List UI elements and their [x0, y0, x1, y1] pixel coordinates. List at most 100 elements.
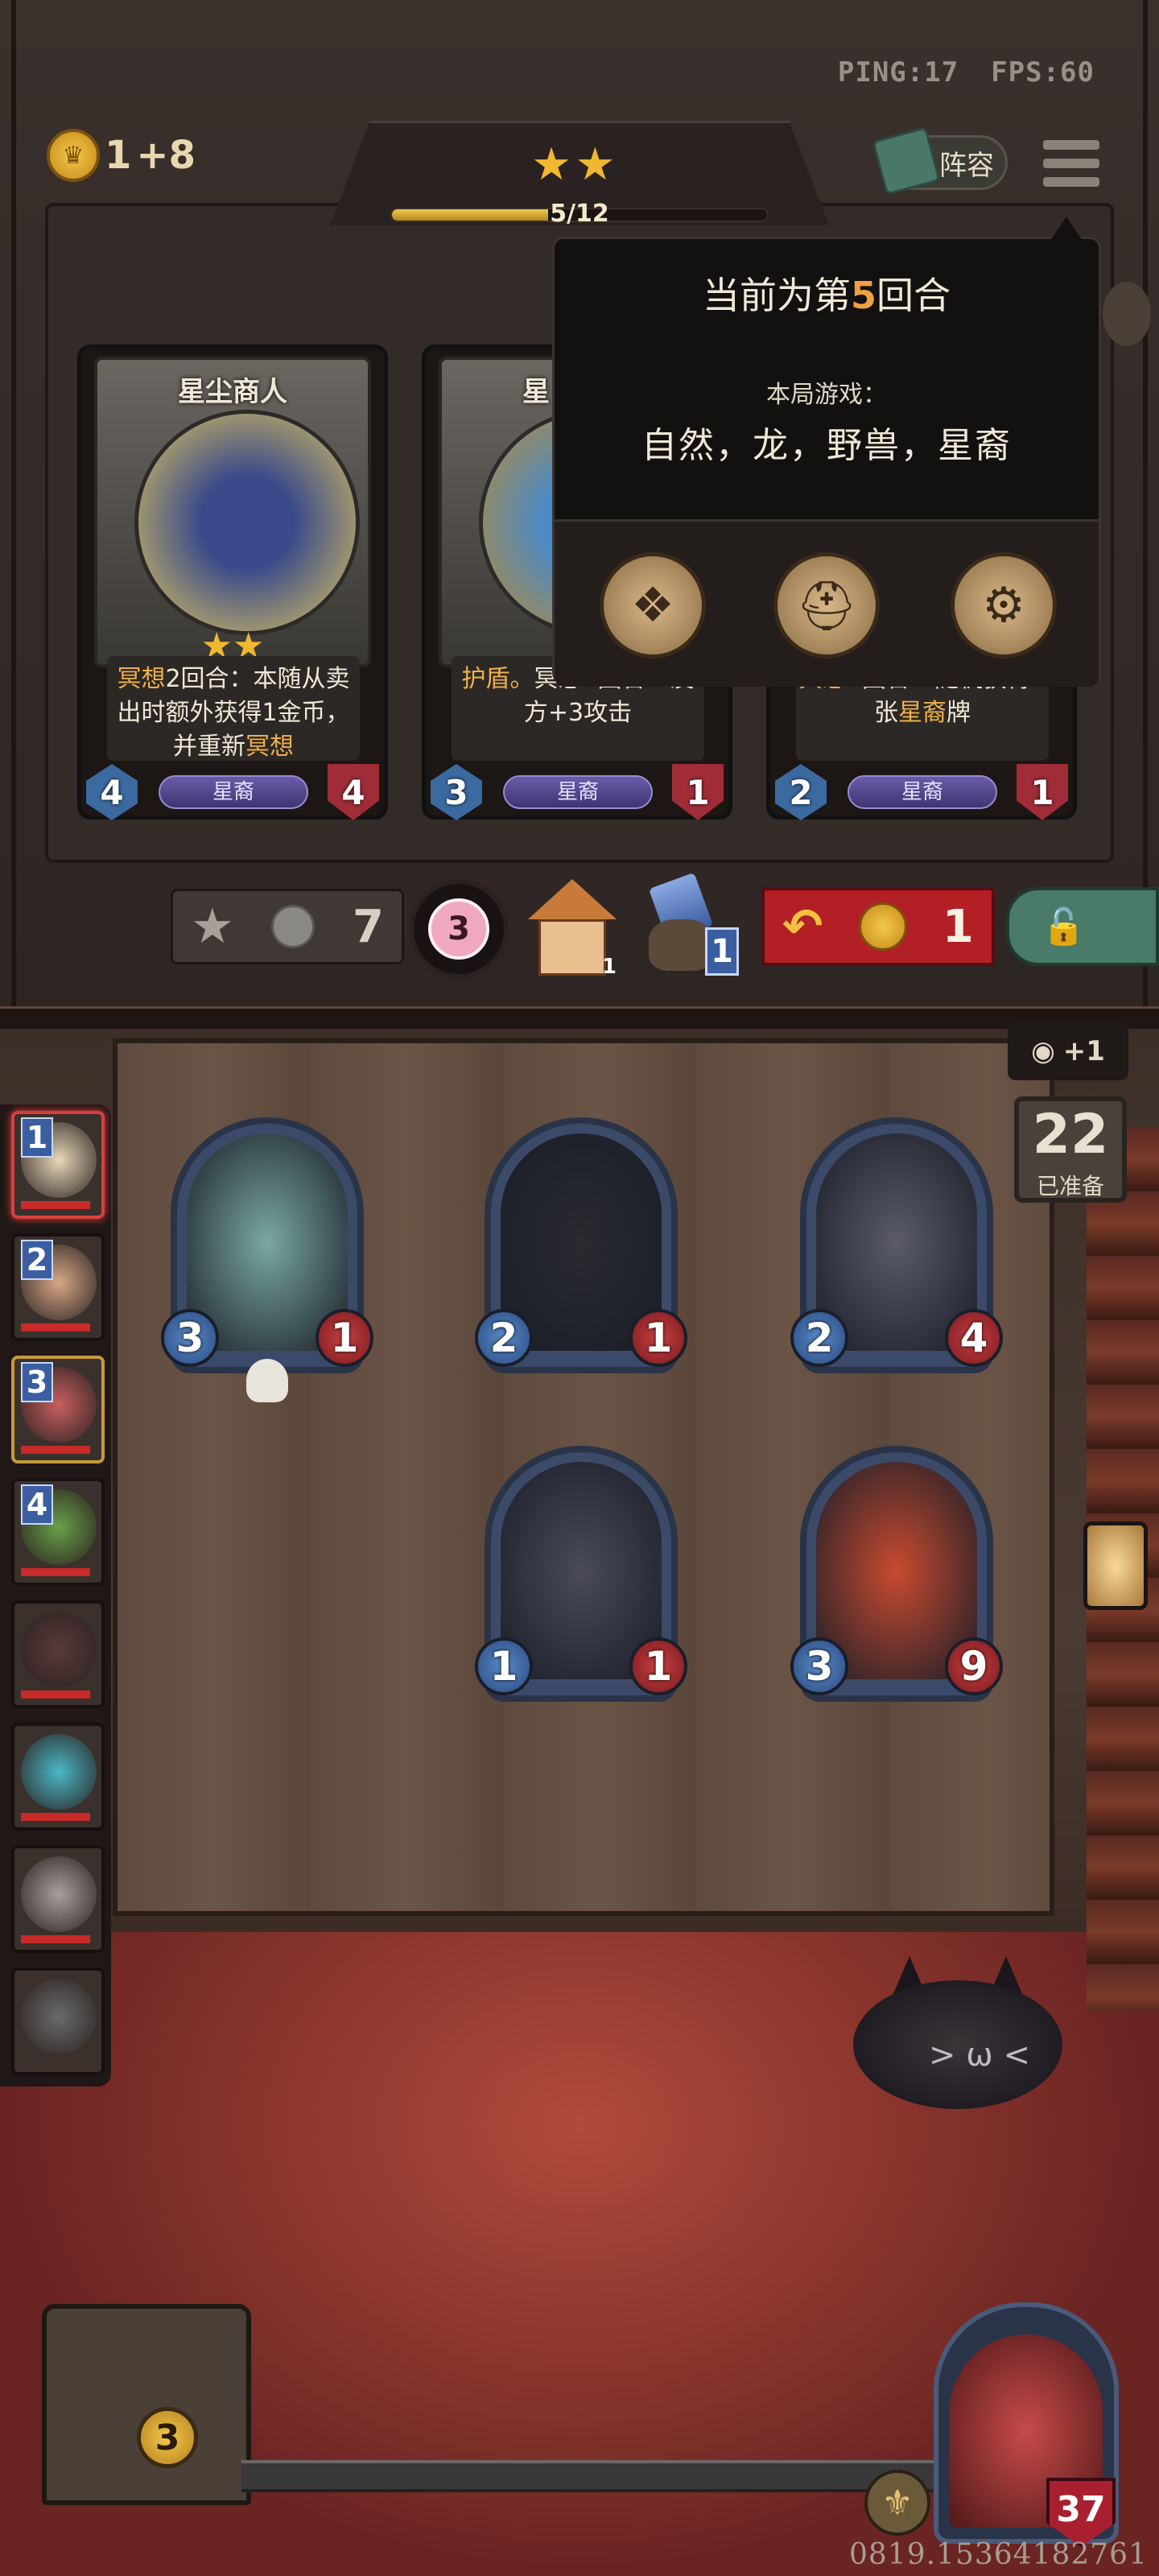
minion-health: 1	[316, 1309, 373, 1367]
silver-coin-icon	[271, 905, 316, 948]
player-slot[interactable]	[11, 1600, 105, 1708]
house-count: 1	[601, 955, 617, 979]
keyword-meditate: 冥想	[117, 665, 166, 693]
board-minion[interactable]: 11	[475, 1446, 687, 1702]
lineup-label: 阵容	[939, 149, 994, 182]
menu-icon-line	[1043, 139, 1099, 150]
minion-health: 9	[945, 1637, 1003, 1695]
hero-power-button[interactable]: ⚜	[864, 2470, 930, 2536]
gold-coin-icon	[858, 902, 907, 951]
round-info-popup: 当前为第5回合 本局游戏： 自然，龙，野兽，星裔 ❖ ⛑ ⚙	[552, 237, 1101, 687]
cat-pet[interactable]: > ω <	[853, 1956, 1062, 2109]
lineup-button[interactable]: 阵容	[872, 126, 1008, 196]
board-minion[interactable]: 24	[790, 1117, 1003, 1373]
gold-amount: 1	[105, 133, 132, 178]
card-health: 1	[672, 764, 724, 820]
player-avatar	[21, 1979, 97, 2054]
minion-health: 1	[629, 1309, 687, 1367]
menu-icon-line	[1043, 177, 1099, 188]
player-slot[interactable]: 3	[11, 1356, 105, 1463]
player-rank: 3	[21, 1362, 53, 1402]
player-health-bar	[21, 1568, 91, 1576]
gold-coin-icon: ♛	[47, 129, 100, 182]
refresh-button[interactable]: ↶ 1	[761, 887, 995, 966]
player-health-bar	[21, 1323, 91, 1331]
card-attack: 2	[775, 764, 827, 820]
fps-text: FPS:60	[991, 56, 1095, 89]
area-divider	[0, 1006, 1159, 1029]
ready-box: 22 已准备	[1014, 1096, 1127, 1203]
player-avatar	[21, 1856, 97, 1932]
house-button[interactable]: 1	[528, 879, 617, 979]
hero-portrait[interactable]: 37	[934, 2302, 1119, 2547]
user-id: 0819.15364182761	[848, 2538, 1148, 2571]
refresh-icon: ↶	[782, 898, 823, 955]
keyword-tribe: 星裔	[898, 699, 947, 727]
ping-text: PING:17	[837, 56, 959, 89]
house-icon	[528, 879, 617, 919]
player-slot[interactable]	[11, 1967, 105, 2075]
lock-icon: 🔓	[1041, 906, 1086, 947]
player-health-bar	[21, 1813, 91, 1821]
upgrade-cost: 7	[353, 900, 384, 953]
popup-footer: ❖ ⛑ ⚙	[555, 519, 1099, 687]
card-tribe: 星裔	[848, 775, 997, 809]
potion-count: 1	[705, 927, 739, 976]
card-attack: 3	[431, 764, 482, 820]
cat-face: > ω <	[929, 2037, 1030, 2074]
minion-attack: 1	[475, 1637, 533, 1695]
minion-attack: 3	[790, 1637, 848, 1695]
flower-count: 3	[428, 898, 489, 960]
ready-income-text: +1	[1062, 1035, 1105, 1067]
book-icon[interactable]: ❖	[600, 552, 706, 658]
potion-button[interactable]: 1	[641, 872, 745, 984]
keyword-meditate: 冥想	[245, 733, 294, 761]
gear-icon[interactable]: ⚙	[951, 552, 1057, 658]
shop-card[interactable]: 星尘商人 ★★ 冥想2回合：本随从卖出时额外获得1金币，并重新冥想 星裔 4 4	[77, 345, 388, 820]
board-minion[interactable]: 39	[790, 1446, 1003, 1702]
helmet-icon[interactable]: ⛑	[773, 552, 880, 658]
minion-health: 4	[945, 1309, 1003, 1367]
card-tribe: 星裔	[159, 775, 308, 809]
ready-label: 已准备	[1036, 1173, 1104, 1199]
player-health-bar	[21, 1690, 91, 1699]
menu-button[interactable]	[1043, 135, 1099, 192]
player-health-bar	[21, 1446, 91, 1454]
player-rank: 4	[21, 1484, 53, 1525]
player-health-bar	[21, 1935, 91, 1943]
menu-icon-line	[1043, 158, 1099, 168]
status-readout: PING:17 FPS:60	[838, 56, 1095, 89]
bag-icon	[649, 919, 713, 971]
flower-button[interactable]: 3	[409, 879, 509, 979]
player-slot[interactable]: 1	[11, 1111, 105, 1219]
player-slot[interactable]: 2	[11, 1233, 105, 1341]
gold-display: ♛ 1 +8	[47, 129, 196, 182]
board-minion[interactable]: 21	[475, 1117, 687, 1373]
player-slot[interactable]: 4	[11, 1478, 105, 1586]
ready-count: 22	[1032, 1103, 1109, 1166]
rail-track	[241, 2460, 934, 2492]
card-portrait	[134, 410, 360, 635]
keyword-shield: 护盾。	[461, 665, 534, 693]
popup-subtitle: 本局游戏：	[766, 381, 887, 409]
lock-shop-button[interactable]: 🔓	[1006, 887, 1159, 966]
deathrattle-skull-icon	[246, 1359, 288, 1402]
player-slot[interactable]	[11, 1723, 105, 1831]
upgrade-tavern-button[interactable]: ★ 7	[171, 889, 404, 964]
tavern-gate[interactable]	[42, 2304, 251, 2505]
chat-icon[interactable]	[1103, 282, 1151, 346]
ready-income: ◉ +1	[1008, 1022, 1128, 1080]
card-health: 1	[1017, 764, 1068, 820]
round-number: 5	[850, 274, 876, 317]
player-slot[interactable]	[11, 1845, 105, 1953]
board-minion[interactable]: 31	[161, 1117, 373, 1402]
player-list: 1 2 3 4	[0, 1104, 111, 2087]
gold-income: +8	[136, 133, 196, 178]
eye-icon: ◉	[1031, 1035, 1055, 1067]
minion-attack: 3	[161, 1309, 219, 1367]
card-desc-text: 牌	[947, 699, 971, 727]
player-rank: 2	[21, 1240, 53, 1280]
popup-title-post: 回合	[876, 274, 951, 317]
tier-progress-text: 5/12	[550, 200, 609, 228]
shop-action-bar: ★ 7 3 1 1 ↶ 1 🔓	[161, 872, 1159, 984]
